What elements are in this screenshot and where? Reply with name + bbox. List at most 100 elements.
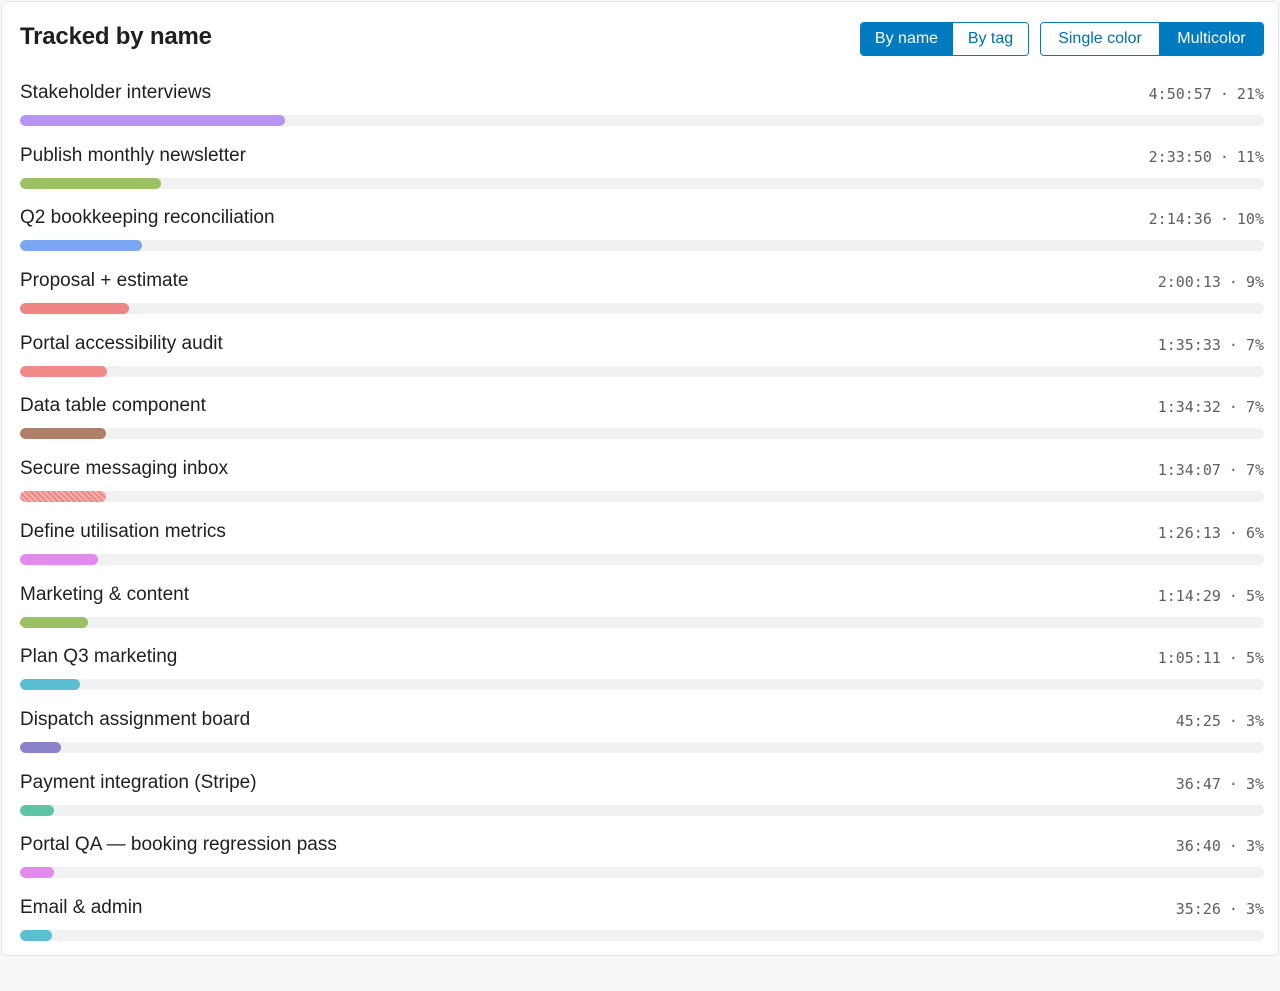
progress-fill — [20, 240, 142, 252]
by-name-button[interactable]: By name — [861, 23, 952, 55]
progress-track — [20, 679, 1264, 691]
by-tag-button[interactable]: By tag — [952, 23, 1028, 55]
progress-fill — [20, 867, 54, 879]
separator-dot: · — [1228, 711, 1238, 730]
item-stats: 2:00:13 · 9% — [1158, 273, 1264, 291]
separator-dot: · — [1228, 273, 1238, 292]
separator-dot: · — [1219, 147, 1229, 166]
panel-title: Tracked by name — [20, 23, 212, 50]
item-percent: 7% — [1245, 335, 1264, 354]
separator-dot: · — [1228, 649, 1238, 668]
item-name: Payment integration (Stripe) — [20, 771, 257, 793]
progress-fill — [20, 491, 106, 503]
separator-dot: · — [1228, 398, 1238, 417]
multicolor-button[interactable]: Multicolor — [1159, 23, 1263, 55]
progress-fill — [20, 553, 99, 565]
list-item: Marketing & content 1:14:29 · 5% — [20, 584, 1264, 647]
item-name: Plan Q3 marketing — [20, 646, 178, 668]
separator-dot: · — [1219, 85, 1229, 103]
item-name: Portal QA — booking regression pass — [20, 834, 337, 856]
item-duration: 1:34:07 — [1157, 461, 1221, 480]
item-percent: 11% — [1236, 147, 1264, 166]
item-name: Marketing & content — [20, 583, 189, 605]
item-duration: 2:33:50 — [1148, 147, 1212, 166]
list-item: Proposal + estimate 2:00:13 · 9% — [20, 270, 1264, 333]
item-percent: 3% — [1245, 774, 1264, 793]
item-duration: 1:35:33 — [1157, 335, 1221, 354]
progress-track — [20, 428, 1264, 440]
item-percent: 3% — [1245, 899, 1264, 918]
progress-track — [20, 177, 1264, 189]
list-item: Portal QA — booking regression pass 36:40… — [20, 834, 1264, 897]
item-name: Proposal + estimate — [20, 270, 189, 292]
item-name: Portal accessibility audit — [20, 332, 223, 354]
tracked-by-name-panel: Tracked by name By name By tag Single co… — [1, 1, 1279, 956]
separator-dot: · — [1228, 335, 1238, 354]
progress-track — [20, 240, 1264, 252]
item-stats: 36:47 · 3% — [1176, 775, 1264, 793]
item-name: Secure messaging inbox — [20, 458, 229, 480]
item-duration: 36:47 — [1175, 774, 1221, 793]
item-stats: 1:14:29 · 5% — [1158, 587, 1264, 605]
item-stats: 4:50:57 · 21% — [1149, 85, 1264, 103]
progress-fill — [20, 177, 161, 189]
item-stats: 1:35:33 · 7% — [1158, 336, 1264, 354]
separator-dot: · — [1228, 899, 1238, 918]
item-percent: 10% — [1236, 210, 1264, 229]
list-item: Secure messaging inbox 1:34:07 · 7% — [20, 458, 1264, 521]
item-name: Define utilisation metrics — [20, 520, 226, 542]
progress-track — [20, 741, 1264, 753]
item-percent: 21% — [1236, 85, 1264, 103]
progress-fill — [20, 365, 108, 377]
tracked-items-list: Stakeholder interviews 4:50:57 · 21% Publish… — [20, 82, 1264, 960]
progress-track — [20, 115, 1264, 126]
list-item: Portal accessibility audit 1:35:33 · 7% — [20, 333, 1264, 396]
group-mode-toggle: By name By tag — [860, 22, 1029, 56]
item-duration: 1:34:32 — [1157, 398, 1221, 417]
progress-fill — [20, 303, 130, 315]
item-name: Dispatch assignment board — [20, 708, 251, 730]
progress-fill — [20, 929, 53, 941]
item-percent: 3% — [1245, 837, 1264, 856]
progress-track — [20, 804, 1264, 816]
item-duration: 45:25 — [1175, 711, 1221, 730]
item-stats: 35:26 · 3% — [1176, 900, 1264, 918]
item-name: Data table component — [20, 395, 206, 417]
progress-fill — [20, 679, 80, 691]
separator-dot: · — [1228, 461, 1238, 480]
item-percent: 3% — [1245, 711, 1264, 730]
color-mode-toggle: Single color Multicolor — [1040, 22, 1264, 56]
item-stats: 1:34:32 · 7% — [1158, 398, 1264, 416]
single-color-button[interactable]: Single color — [1041, 23, 1159, 55]
progress-track — [20, 616, 1264, 628]
item-duration: 1:26:13 — [1157, 523, 1221, 542]
item-stats: 45:25 · 3% — [1176, 712, 1264, 730]
list-item: Dispatch assignment board 45:25 · 3% — [20, 709, 1264, 772]
progress-track — [20, 553, 1264, 565]
item-name: Stakeholder interviews — [20, 82, 212, 103]
item-duration: 1:14:29 — [1157, 586, 1221, 605]
list-item: Q2 bookkeeping reconciliation 2:14:36 · 10% — [20, 207, 1264, 270]
item-duration: 36:40 — [1175, 837, 1221, 856]
item-name: Q2 bookkeeping reconciliation — [20, 207, 275, 229]
item-duration: 2:14:36 — [1148, 210, 1212, 229]
item-percent: 6% — [1245, 523, 1264, 542]
item-percent: 5% — [1245, 649, 1264, 668]
list-item: Email & admin 35:26 · 3% — [20, 897, 1264, 960]
separator-dot: · — [1228, 523, 1238, 542]
item-percent: 7% — [1245, 398, 1264, 417]
item-name: Email & admin — [20, 896, 143, 918]
item-stats: 2:33:50 · 11% — [1149, 148, 1264, 166]
progress-fill — [20, 428, 106, 440]
item-stats: 36:40 · 3% — [1176, 837, 1264, 855]
item-stats: 2:14:36 · 10% — [1149, 210, 1264, 228]
item-stats: 1:34:07 · 7% — [1158, 461, 1264, 479]
item-stats: 1:05:11 · 5% — [1158, 649, 1264, 667]
list-item: Stakeholder interviews 4:50:57 · 21% — [20, 82, 1264, 145]
list-item: Payment integration (Stripe) 36:47 · 3% — [20, 772, 1264, 835]
progress-fill — [20, 115, 285, 126]
item-percent: 9% — [1245, 273, 1264, 292]
item-duration: 4:50:57 — [1148, 85, 1212, 103]
item-duration: 2:00:13 — [1157, 273, 1221, 292]
item-stats: 1:26:13 · 6% — [1158, 524, 1264, 542]
